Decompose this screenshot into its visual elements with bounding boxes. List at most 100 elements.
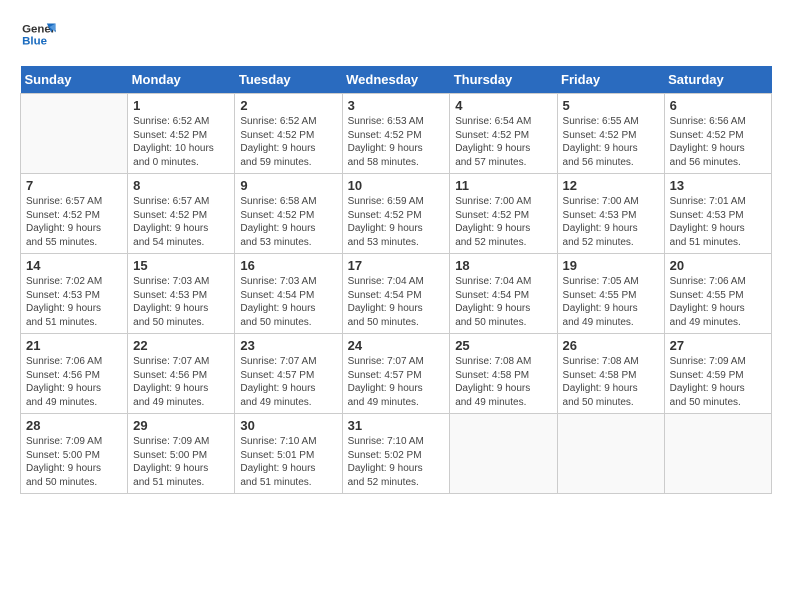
calendar-cell: 19Sunrise: 7:05 AM Sunset: 4:55 PM Dayli… <box>557 254 664 334</box>
day-info: Sunrise: 7:03 AM Sunset: 4:53 PM Dayligh… <box>133 275 229 329</box>
day-info: Sunrise: 7:09 AM Sunset: 5:00 PM Dayligh… <box>26 435 122 489</box>
day-info: Sunrise: 6:52 AM Sunset: 4:52 PM Dayligh… <box>240 115 336 169</box>
weekday-header: Monday <box>128 66 235 94</box>
svg-text:Blue: Blue <box>22 36 47 48</box>
day-number: 15 <box>133 258 229 273</box>
calendar-header: SundayMondayTuesdayWednesdayThursdayFrid… <box>21 66 772 94</box>
day-info: Sunrise: 6:57 AM Sunset: 4:52 PM Dayligh… <box>133 195 229 249</box>
day-number: 12 <box>563 178 659 193</box>
calendar-cell: 3Sunrise: 6:53 AM Sunset: 4:52 PM Daylig… <box>342 94 450 174</box>
day-number: 25 <box>455 338 551 353</box>
day-number: 19 <box>563 258 659 273</box>
calendar-cell: 18 Sunrise: 7:04 AM Sunset: 4:54 PM Dayli… <box>450 254 557 334</box>
day-number: 24 <box>348 338 445 353</box>
day-number: 22 <box>133 338 229 353</box>
day-info: Sunrise: 6:57 AM Sunset: 4:52 PM Dayligh… <box>26 195 122 249</box>
calendar-cell: 11 Sunrise: 7:00 AM Sunset: 4:52 PM Dayli… <box>450 174 557 254</box>
calendar-table: SundayMondayTuesdayWednesdayThursdayFrid… <box>20 66 772 494</box>
day-info: Sunrise: 7:10 AM Sunset: 5:02 PM Dayligh… <box>348 435 445 489</box>
day-number: 23 <box>240 338 336 353</box>
calendar-cell: 8Sunrise: 6:57 AM Sunset: 4:52 PM Daylig… <box>128 174 235 254</box>
day-number: 10 <box>348 178 445 193</box>
day-info: Sunrise: 7:07 AM Sunset: 4:56 PM Dayligh… <box>133 355 229 409</box>
day-info: Sunrise: 7:06 AM Sunset: 4:55 PM Dayligh… <box>670 275 766 329</box>
calendar-cell: 22 Sunrise: 7:07 AM Sunset: 4:56 PM Dayli… <box>128 334 235 414</box>
weekday-header: Tuesday <box>235 66 342 94</box>
day-info: Sunrise: 6:56 AM Sunset: 4:52 PM Dayligh… <box>670 115 766 169</box>
day-number: 5 <box>563 98 659 113</box>
calendar-cell: 13Sunrise: 7:01 AM Sunset: 4:53 PM Dayli… <box>664 174 771 254</box>
day-number: 17 <box>348 258 445 273</box>
day-info: Sunrise: 6:58 AM Sunset: 4:52 PM Dayligh… <box>240 195 336 249</box>
calendar-cell <box>21 94 128 174</box>
day-number: 4 <box>455 98 551 113</box>
day-info: Sunrise: 7:04 AM Sunset: 4:54 PM Dayligh… <box>455 275 551 329</box>
day-number: 29 <box>133 418 229 433</box>
calendar-week-row: 21 Sunrise: 7:06 AM Sunset: 4:56 PM Dayli… <box>21 334 772 414</box>
day-info: Sunrise: 7:04 AM Sunset: 4:54 PM Dayligh… <box>348 275 445 329</box>
calendar-cell: 9 Sunrise: 6:58 AM Sunset: 4:52 PM Daylig… <box>235 174 342 254</box>
calendar-cell: 23 Sunrise: 7:07 AM Sunset: 4:57 PM Dayli… <box>235 334 342 414</box>
day-number: 6 <box>670 98 766 113</box>
calendar-week-row: 7 Sunrise: 6:57 AM Sunset: 4:52 PM Daylig… <box>21 174 772 254</box>
day-number: 7 <box>26 178 122 193</box>
day-info: Sunrise: 7:08 AM Sunset: 4:58 PM Dayligh… <box>455 355 551 409</box>
day-number: 26 <box>563 338 659 353</box>
calendar-cell: 4 Sunrise: 6:54 AM Sunset: 4:52 PM Daylig… <box>450 94 557 174</box>
day-number: 13 <box>670 178 766 193</box>
calendar-cell: 5 Sunrise: 6:55 AM Sunset: 4:52 PM Daylig… <box>557 94 664 174</box>
day-info: Sunrise: 7:00 AM Sunset: 4:53 PM Dayligh… <box>563 195 659 249</box>
weekday-header: Sunday <box>21 66 128 94</box>
day-info: Sunrise: 7:09 AM Sunset: 5:00 PM Dayligh… <box>133 435 229 489</box>
calendar-week-row: 14 Sunrise: 7:02 AM Sunset: 4:53 PM Dayli… <box>21 254 772 334</box>
day-info: Sunrise: 6:53 AM Sunset: 4:52 PM Dayligh… <box>348 115 445 169</box>
calendar-cell: 26 Sunrise: 7:08 AM Sunset: 4:58 PM Dayli… <box>557 334 664 414</box>
day-number: 21 <box>26 338 122 353</box>
calendar-cell <box>557 414 664 494</box>
day-info: Sunrise: 6:59 AM Sunset: 4:52 PM Dayligh… <box>348 195 445 249</box>
day-info: Sunrise: 7:08 AM Sunset: 4:58 PM Dayligh… <box>563 355 659 409</box>
day-info: Sunrise: 7:02 AM Sunset: 4:53 PM Dayligh… <box>26 275 122 329</box>
weekday-header: Saturday <box>664 66 771 94</box>
calendar-cell: 21 Sunrise: 7:06 AM Sunset: 4:56 PM Dayli… <box>21 334 128 414</box>
day-info: Sunrise: 6:55 AM Sunset: 4:52 PM Dayligh… <box>563 115 659 169</box>
day-info: Sunrise: 7:03 AM Sunset: 4:54 PM Dayligh… <box>240 275 336 329</box>
day-number: 31 <box>348 418 445 433</box>
day-info: Sunrise: 6:54 AM Sunset: 4:52 PM Dayligh… <box>455 115 551 169</box>
day-number: 16 <box>240 258 336 273</box>
day-info: Sunrise: 7:07 AM Sunset: 4:57 PM Dayligh… <box>348 355 445 409</box>
day-info: Sunrise: 7:06 AM Sunset: 4:56 PM Dayligh… <box>26 355 122 409</box>
calendar-cell: 17 Sunrise: 7:04 AM Sunset: 4:54 PM Dayli… <box>342 254 450 334</box>
calendar-cell: 12 Sunrise: 7:00 AM Sunset: 4:53 PM Dayli… <box>557 174 664 254</box>
calendar-cell <box>450 414 557 494</box>
weekday-header: Thursday <box>450 66 557 94</box>
day-info: Sunrise: 7:00 AM Sunset: 4:52 PM Dayligh… <box>455 195 551 249</box>
weekday-header: Friday <box>557 66 664 94</box>
calendar-cell: 16 Sunrise: 7:03 AM Sunset: 4:54 PM Dayli… <box>235 254 342 334</box>
calendar-week-row: 1 Sunrise: 6:52 AM Sunset: 4:52 PM Daylig… <box>21 94 772 174</box>
calendar-body: 1 Sunrise: 6:52 AM Sunset: 4:52 PM Daylig… <box>21 94 772 494</box>
logo-icon: General Blue <box>20 20 56 50</box>
day-info: Sunrise: 7:10 AM Sunset: 5:01 PM Dayligh… <box>240 435 336 489</box>
day-number: 1 <box>133 98 229 113</box>
weekday-header: Wednesday <box>342 66 450 94</box>
page-header: General Blue <box>20 20 772 50</box>
calendar-cell <box>664 414 771 494</box>
day-number: 18 <box>455 258 551 273</box>
calendar-cell: 10 Sunrise: 6:59 AM Sunset: 4:52 PM Dayli… <box>342 174 450 254</box>
calendar-cell: 31 Sunrise: 7:10 AM Sunset: 5:02 PM Dayli… <box>342 414 450 494</box>
logo: General Blue <box>20 20 56 50</box>
day-number: 27 <box>670 338 766 353</box>
day-number: 14 <box>26 258 122 273</box>
day-number: 28 <box>26 418 122 433</box>
calendar-cell: 15 Sunrise: 7:03 AM Sunset: 4:53 PM Dayli… <box>128 254 235 334</box>
calendar-cell: 25 Sunrise: 7:08 AM Sunset: 4:58 PM Dayli… <box>450 334 557 414</box>
day-number: 2 <box>240 98 336 113</box>
day-info: Sunrise: 7:07 AM Sunset: 4:57 PM Dayligh… <box>240 355 336 409</box>
calendar-cell: 14 Sunrise: 7:02 AM Sunset: 4:53 PM Dayli… <box>21 254 128 334</box>
day-info: Sunrise: 7:09 AM Sunset: 4:59 PM Dayligh… <box>670 355 766 409</box>
day-number: 30 <box>240 418 336 433</box>
calendar-cell: 7 Sunrise: 6:57 AM Sunset: 4:52 PM Daylig… <box>21 174 128 254</box>
day-number: 9 <box>240 178 336 193</box>
day-number: 11 <box>455 178 551 193</box>
